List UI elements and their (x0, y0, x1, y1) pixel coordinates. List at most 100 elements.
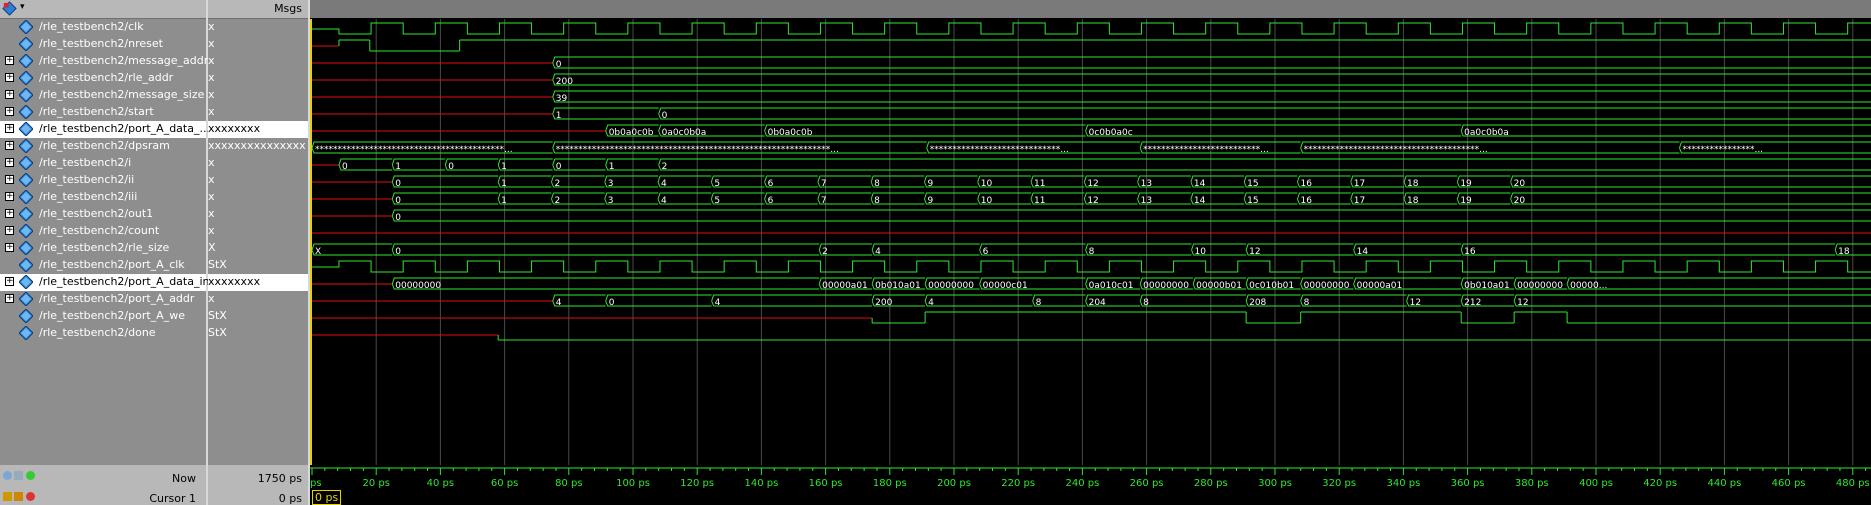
start-wave-label: 0 (662, 111, 668, 121)
expand-icon[interactable]: + (5, 124, 14, 133)
signal-row[interactable]: + /rle_testbench2/ii (0, 172, 206, 189)
signal-value-row[interactable]: x (208, 70, 308, 87)
port-a-data-in-wave-label: 00000c01 (983, 281, 1028, 291)
signal-diamond-icon (19, 156, 33, 170)
signal-row[interactable]: + /rle_testbench2/iii (0, 189, 206, 206)
expand-icon[interactable]: + (5, 158, 14, 167)
signal-row[interactable]: + /rle_testbench2/dpsram (0, 138, 206, 155)
signal-value-row[interactable]: x (208, 36, 308, 53)
waveform-area[interactable]: 0 200 39 1 0 0b0a0c0b 0a0c0b0a 0b0a0c0b 0c0b0a0c… (310, 19, 1871, 505)
dpsram-wave-label: ****************************************… (315, 145, 513, 155)
port-a-data-out-wave-segment (764, 124, 1086, 137)
signal-diamond-icon (19, 275, 33, 289)
expand-icon[interactable]: + (5, 192, 14, 201)
signal-value-row[interactable]: x (208, 104, 308, 121)
signal-row[interactable]: /rle_testbench2/nreset (0, 36, 206, 53)
expand-icon[interactable]: + (5, 73, 14, 82)
lock-icon[interactable] (3, 492, 12, 501)
timeline-ruler: ps 20 ps 40 ps 60 ps 80 ps 100 ps 120 ps 140 ps… (310, 465, 1871, 489)
expand-icon[interactable]: + (5, 90, 14, 99)
expand-icon[interactable]: + (5, 56, 14, 65)
signal-row[interactable]: + /rle_testbench2/port_A_addr (0, 291, 206, 308)
signal-value-row[interactable]: x (208, 19, 308, 36)
dpsram-wave-label: **************************... (1143, 145, 1269, 155)
signal-row[interactable]: + /rle_testbench2/port_A_data_in (0, 274, 210, 291)
timeline-label: 200 ps (937, 478, 971, 489)
signal-value-row[interactable]: x (208, 206, 308, 223)
toolbar-dropdown-arrow[interactable]: ▾ (20, 2, 25, 12)
expand-icon[interactable]: + (5, 175, 14, 184)
signal-value-row[interactable]: StX (208, 325, 308, 342)
signal-value-row[interactable]: StX (208, 257, 308, 274)
signal-value-row[interactable]: xxxxxxxxxxxxxxxxxxx (208, 138, 308, 155)
signal-value: x (208, 105, 215, 118)
message-size-wave-label: 39 (556, 94, 568, 104)
add-cursor-icon[interactable] (26, 471, 35, 480)
dpsram-wave-label: ***************************************.… (1304, 145, 1488, 155)
signal-row[interactable]: + /rle_testbench2/port_A_data_... (0, 121, 210, 138)
signal-row[interactable]: + /rle_testbench2/rle_size (0, 240, 206, 257)
signal-value-row[interactable]: xxxxxxxx (208, 121, 308, 138)
signal-value-row[interactable]: x (208, 223, 308, 240)
expand-icon[interactable]: + (5, 209, 14, 218)
port-a-data-in-wave-label: 00000a01 (1357, 281, 1403, 291)
signal-value-row[interactable]: X (208, 240, 308, 257)
signal-value: x (208, 88, 215, 101)
signal-name: /rle_testbench2/port_A_data_in (39, 275, 210, 288)
signal-row[interactable]: + /rle_testbench2/i (0, 155, 206, 172)
signal-row[interactable]: /rle_testbench2/clk (0, 19, 206, 36)
cursor-line[interactable] (310, 19, 312, 505)
signal-value-row[interactable]: x (208, 87, 308, 104)
ii-wave-label: 8 (874, 179, 880, 189)
signal-value-row[interactable]: x (208, 53, 308, 70)
signal-value-row[interactable]: xxxxxxxx (208, 274, 308, 291)
expand-icon[interactable]: + (5, 226, 14, 235)
signal-value-row[interactable]: x (208, 172, 308, 189)
cursor-time-box[interactable]: 0 ps (312, 490, 342, 505)
iii-wave-label: 20 (1514, 196, 1526, 206)
status-left: Now Cursor 1 (0, 465, 206, 505)
port-a-data-in-wave-label: 0a010c01 (1089, 281, 1134, 291)
port-a-addr-wave-label: 4 (928, 298, 934, 308)
signal-name: /rle_testbench2/out1 (39, 207, 154, 220)
signal-name: /rle_testbench2/message_size (39, 88, 205, 101)
pencil-icon[interactable] (14, 492, 23, 501)
msgs-header: Msgs (208, 0, 308, 19)
signal-value: x (208, 224, 215, 237)
signal-row[interactable]: + /rle_testbench2/message_size (0, 87, 206, 104)
expand-icon[interactable]: + (5, 294, 14, 303)
port-a-data-out-wave-label: 0a0c0b0a (1464, 128, 1509, 138)
delete-cursor-icon[interactable] (26, 492, 35, 501)
monitor-icon[interactable] (14, 471, 23, 480)
signal-value-row[interactable]: x (208, 291, 308, 308)
signal-row[interactable]: + /rle_testbench2/rle_addr (0, 70, 206, 87)
expand-icon[interactable]: + (5, 107, 14, 116)
port-a-data-in-wave-label: 00000000 (395, 281, 441, 291)
iii-wave-label: 3 (608, 196, 614, 206)
signal-value: x (208, 54, 215, 67)
port-a-data-in-wave-label: 0b010a01 (875, 281, 921, 291)
signal-row[interactable]: + /rle_testbench2/start (0, 104, 206, 121)
i-wave-label: 1 (501, 162, 507, 172)
i-wave-label: 0 (448, 162, 454, 172)
zoom-icon[interactable] (3, 471, 12, 480)
signal-value: x (208, 20, 215, 33)
signal-value: StX (208, 326, 227, 339)
iii-wave-label: 19 (1460, 196, 1472, 206)
timeline-label: 20 ps (362, 478, 389, 489)
signal-row[interactable]: /rle_testbench2/port_A_clk (0, 257, 206, 274)
expand-icon[interactable]: + (5, 277, 14, 286)
signal-value-row[interactable]: x (208, 155, 308, 172)
rle-size-wave-label: X (315, 247, 321, 257)
signal-row[interactable]: + /rle_testbench2/count (0, 223, 206, 240)
signal-row[interactable]: + /rle_testbench2/out1 (0, 206, 206, 223)
expand-icon[interactable]: + (5, 243, 14, 252)
signal-row[interactable]: /rle_testbench2/port_A_we (0, 308, 206, 325)
wave-diamond-icon[interactable] (2, 1, 17, 16)
signal-row[interactable]: /rle_testbench2/done (0, 325, 206, 342)
signal-value-row[interactable]: x (208, 189, 308, 206)
signal-value-row[interactable]: StX (208, 308, 308, 325)
expand-icon[interactable]: + (5, 141, 14, 150)
signal-row[interactable]: + /rle_testbench2/message_addr (0, 53, 208, 70)
rle-addr-wave-label: 200 (556, 77, 573, 87)
